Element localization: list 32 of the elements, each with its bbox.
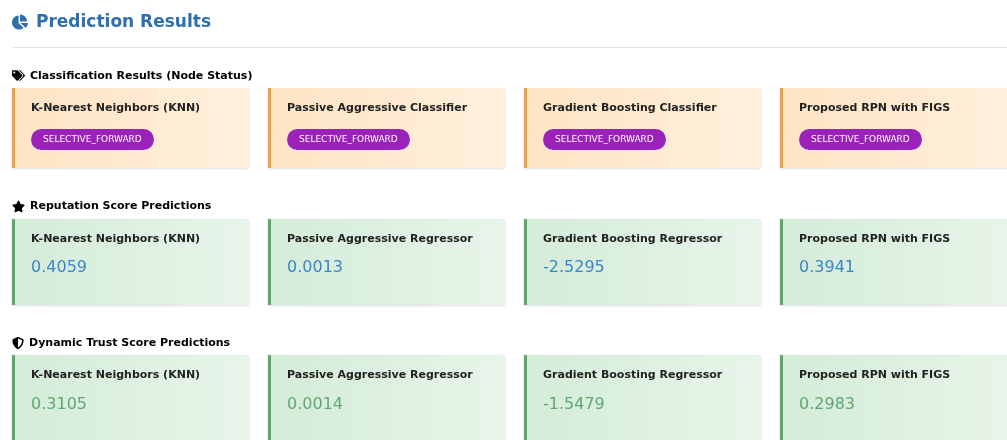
model-name: Gradient Boosting Regressor	[543, 230, 724, 247]
model-name: K-Nearest Neighbors (KNN)	[31, 367, 202, 383]
pie-chart-icon	[12, 13, 28, 30]
score-value: 0.3941	[799, 256, 856, 278]
section-heading: Dynamic Trust Score Predictions	[29, 334, 231, 351]
score-value: -2.5295	[543, 256, 606, 278]
score-value: 0.2983	[799, 392, 856, 415]
star-icon	[12, 199, 25, 213]
score-value: 0.0014	[287, 392, 344, 415]
tags-icon	[12, 69, 25, 83]
shield-icon	[12, 336, 24, 349]
model-name: Passive Aggressive Classifier	[287, 100, 469, 116]
score-value: 0.0013	[287, 256, 344, 278]
score-value: -1.5479	[543, 392, 606, 415]
score-value: 0.3105	[31, 392, 88, 415]
section-heading: Reputation Score Predictions	[30, 198, 212, 214]
model-name: Proposed RPN with FIGS	[799, 230, 952, 247]
model-name: Proposed RPN with FIGS	[799, 100, 952, 116]
status-badge: SELECTIVE_FORWARD	[287, 128, 410, 150]
score-value: 0.4059	[31, 256, 88, 278]
status-badge: SELECTIVE_FORWARD	[31, 128, 154, 150]
model-name: K-Nearest Neighbors (KNN)	[31, 100, 202, 116]
model-name: Proposed RPN with FIGS	[799, 367, 952, 383]
section-heading: Classification Results (Node Status)	[30, 67, 253, 84]
model-name: Passive Aggressive Regressor	[287, 367, 474, 383]
model-name: Passive Aggressive Regressor	[287, 230, 474, 247]
model-name: K-Nearest Neighbors (KNN)	[31, 230, 202, 247]
status-badge: SELECTIVE_FORWARD	[543, 128, 666, 150]
status-badge: SELECTIVE_FORWARD	[799, 128, 922, 150]
model-name: Gradient Boosting Classifier	[543, 100, 718, 116]
model-name: Gradient Boosting Regressor	[543, 367, 724, 383]
page-title: Prediction Results	[36, 10, 211, 33]
